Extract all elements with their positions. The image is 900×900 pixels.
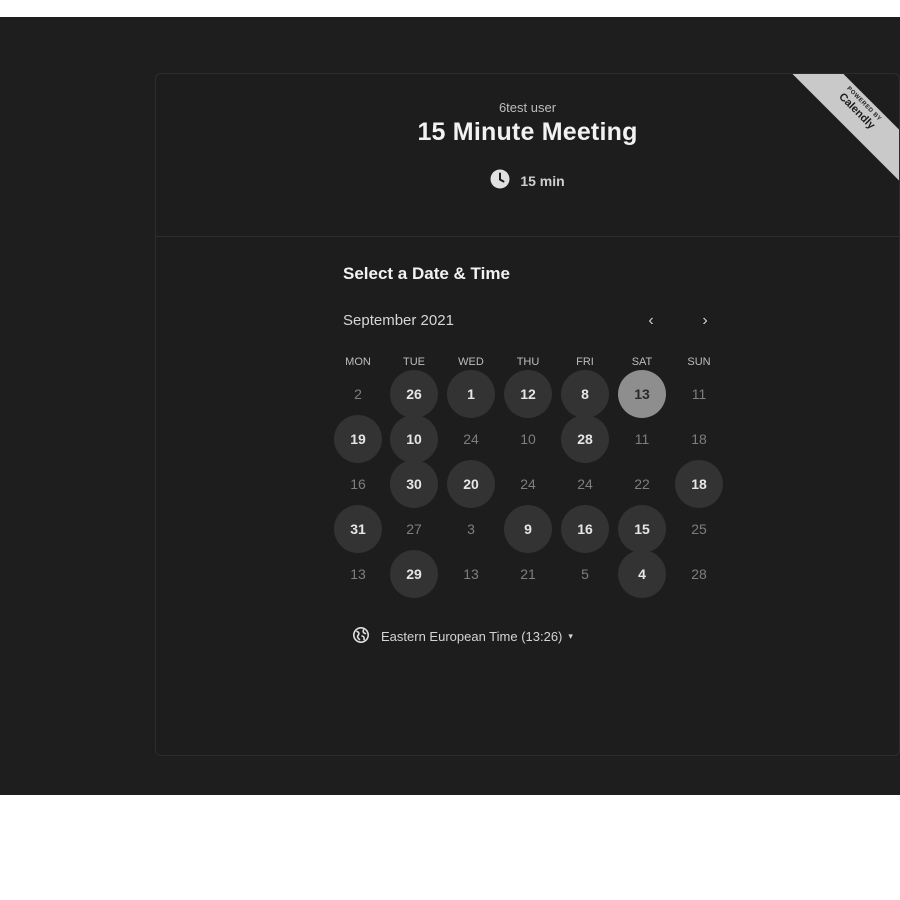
available-day-button[interactable]: 20 [447, 460, 495, 508]
unavailable-day: 13 [350, 566, 366, 582]
weekday-label: THU [516, 356, 540, 368]
weekday-header: MON TUE WED THU FRI SAT SUN [333, 356, 733, 370]
available-day-button[interactable]: 28 [561, 415, 609, 463]
globe-icon [353, 627, 369, 646]
unavailable-day: 13 [463, 566, 479, 582]
chevron-left-icon: ‹ [648, 312, 654, 329]
event-owner: 6test user [498, 100, 557, 115]
available-day-button[interactable]: 29 [390, 550, 438, 598]
available-day-button[interactable]: 12 [504, 370, 552, 418]
event-title: 15 Minute Meeting [417, 118, 638, 146]
unavailable-day: 24 [463, 431, 479, 447]
ribbon-small-text: POWERED BY [845, 85, 883, 123]
available-day-button[interactable]: 10 [390, 415, 438, 463]
select-date-heading: Select a Date & Time [343, 264, 510, 283]
available-day-button[interactable]: 9 [504, 505, 552, 553]
event-duration: 15 min [156, 169, 899, 192]
scheduling-card: 6test user 15 Minute Meeting 15 min POWE… [155, 73, 900, 756]
available-day-button[interactable]: 16 [561, 505, 609, 553]
unavailable-day: 10 [520, 431, 536, 447]
available-day-button[interactable]: 19 [334, 415, 382, 463]
unavailable-day: 22 [634, 476, 650, 492]
weekday-label: SAT [631, 356, 653, 368]
chevron-down-icon: ▾ [568, 631, 573, 641]
unavailable-day: 21 [520, 566, 536, 582]
unavailable-day: 11 [691, 386, 707, 402]
unavailable-day: 24 [520, 476, 536, 492]
available-day-button[interactable]: 8 [561, 370, 609, 418]
timezone-label: Eastern European Time (13:26) [381, 629, 563, 644]
available-day-button[interactable]: 18 [675, 460, 723, 508]
timezone-selector[interactable]: Eastern European Time (13:26) ▾ [353, 627, 573, 646]
weekday-label: FRI [576, 356, 594, 368]
event-header: 6test user 15 Minute Meeting 15 min [156, 74, 899, 237]
powered-by-ribbon[interactable]: POWERED BY Calendly [789, 74, 899, 184]
unavailable-day: 18 [691, 431, 707, 447]
available-day-button[interactable]: 30 [390, 460, 438, 508]
duration-label: 15 min [520, 172, 565, 189]
month-label: September 2021 [343, 312, 454, 329]
available-day-button[interactable]: 31 [334, 505, 382, 553]
clock-icon [490, 169, 510, 192]
next-month-button[interactable]: › [694, 310, 716, 332]
unavailable-day: 3 [467, 521, 475, 537]
unavailable-day: 28 [691, 566, 707, 582]
unavailable-day: 24 [577, 476, 593, 492]
available-day-button[interactable]: 26 [390, 370, 438, 418]
weekday-label: WED [458, 356, 484, 368]
weekday-label: MON [345, 356, 371, 368]
month-navigation: September 2021 ‹ › [343, 312, 713, 332]
unavailable-day: 5 [581, 566, 589, 582]
available-day-button[interactable]: 15 [618, 505, 666, 553]
unavailable-day: 2 [354, 386, 362, 402]
unavailable-day: 25 [691, 521, 707, 537]
selected-day-button[interactable]: 13 [618, 370, 666, 418]
available-day-button[interactable]: 1 [447, 370, 495, 418]
weekday-label: TUE [403, 356, 425, 368]
unavailable-day: 27 [406, 521, 422, 537]
unavailable-day: 16 [350, 476, 366, 492]
weekday-label: SUN [687, 356, 711, 368]
chevron-right-icon: › [702, 312, 708, 329]
available-day-button[interactable]: 4 [618, 550, 666, 598]
previous-month-button[interactable]: ‹ [640, 310, 662, 332]
unavailable-day: 11 [634, 431, 650, 447]
